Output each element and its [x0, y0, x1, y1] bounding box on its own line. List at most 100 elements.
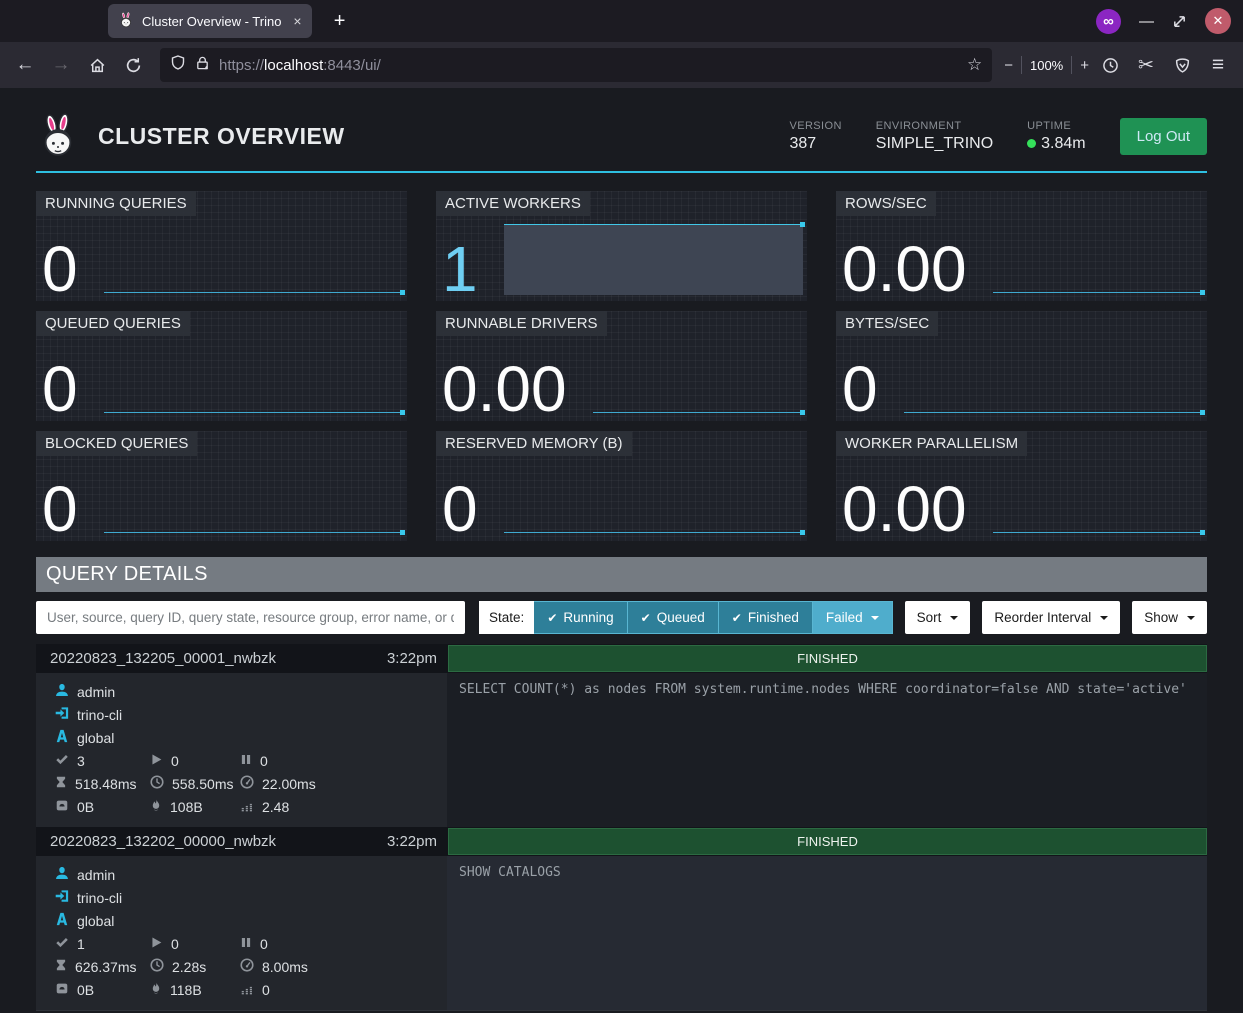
logout-button[interactable]: Log Out — [1120, 118, 1207, 155]
zoom-level[interactable]: 100% — [1030, 58, 1063, 73]
query-stat-row: trino-cli — [55, 703, 447, 726]
query-timestamp: 3:22pm — [387, 650, 447, 667]
tile-value: 0.00 — [842, 478, 967, 541]
reorder-interval-dropdown[interactable]: Reorder Interval — [982, 601, 1120, 634]
window-close-button[interactable]: ✕ — [1205, 8, 1231, 34]
state-filter-queued[interactable]: ✔Queued — [628, 601, 719, 634]
extension-icon[interactable]: ∞ — [1096, 9, 1121, 34]
url-text[interactable]: https://localhost:8443/ui/ — [219, 57, 958, 74]
stat-wall-time: 518.48ms — [55, 775, 150, 792]
flame-icon — [150, 798, 162, 815]
user-icon — [55, 866, 69, 883]
font-icon — [55, 912, 69, 929]
stat-value: 3 — [77, 753, 85, 769]
query-stat-row: 518.48ms558.50ms22.00ms — [55, 772, 447, 795]
tile-label: RUNNABLE DRIVERS — [436, 311, 607, 336]
hourglass-icon — [55, 775, 67, 792]
show-dropdown[interactable]: Show — [1132, 601, 1207, 634]
stat-parallelism: 2.48 — [240, 799, 447, 815]
stat-user: admin — [55, 866, 150, 883]
state-filter-group: State: ✔Running✔Queued✔FinishedFailed — [479, 601, 893, 634]
signal-icon — [240, 982, 254, 998]
stat-value: global — [77, 730, 114, 746]
state-filter-label: State: — [479, 601, 534, 634]
chevron-down-icon — [1100, 616, 1108, 620]
connection-lock-icon[interactable] — [195, 55, 210, 76]
stat-current-memory: 0B — [55, 982, 150, 998]
environment-label: ENVIRONMENT — [876, 120, 993, 132]
check-icon: ✔ — [547, 611, 557, 625]
query-stat-row: global — [55, 726, 447, 749]
query-row-header: 20220823_132202_00000_nwbzk 3:22pm FINIS… — [36, 827, 1207, 856]
uptime-label: UPTIME — [1027, 120, 1085, 132]
tile-label: RUNNING QUERIES — [36, 191, 196, 216]
signal-icon — [240, 799, 254, 815]
clock-icon — [150, 958, 164, 975]
stat-value: admin — [77, 867, 115, 883]
flame-icon — [150, 981, 162, 998]
chevron-down-icon — [871, 616, 879, 620]
tile-value: 0 — [42, 478, 78, 541]
tile-sparkline — [593, 311, 805, 421]
query-stat-row: 0B118B0 — [55, 978, 447, 1001]
query-stat-row: admin — [55, 680, 447, 703]
tile-sparkline — [993, 191, 1205, 301]
stat-value: 2.28s — [172, 959, 206, 975]
user-icon — [55, 683, 69, 700]
state-filter-finished[interactable]: ✔Finished — [719, 601, 813, 634]
stat-value: global — [77, 913, 114, 929]
browser-tab-bar: Cluster Overview - Trino × + ∞ — ✕ — [0, 0, 1243, 42]
check-icon — [55, 752, 69, 769]
sort-dropdown[interactable]: Sort — [905, 601, 971, 634]
privacy-shield-button[interactable] — [1167, 50, 1197, 80]
uptime-value-wrap: 3.84m — [1027, 135, 1085, 153]
stat-resource-group: global — [55, 729, 150, 746]
history-clock-button[interactable] — [1095, 50, 1125, 80]
tile-label: BYTES/SEC — [836, 311, 938, 336]
tile-value: 0.00 — [842, 238, 967, 301]
zoom-out-button[interactable]: − — [1004, 57, 1013, 74]
tile-value: 0 — [42, 358, 78, 421]
tab-close-icon[interactable]: × — [293, 13, 301, 29]
query-row-header: 20220823_132205_00001_nwbzk 3:22pm FINIS… — [36, 644, 1207, 673]
tile-sparkline — [904, 311, 1205, 421]
menu-button[interactable]: ≡ — [1203, 50, 1233, 80]
tracking-shield-icon[interactable] — [170, 54, 186, 76]
stat-cumulative-memory: 118B — [150, 981, 240, 998]
browser-toolbar: ← → — [0, 42, 1243, 88]
browser-tab[interactable]: Cluster Overview - Trino × — [108, 4, 312, 38]
url-bar[interactable]: https://localhost:8443/ui/ ☆ — [160, 48, 992, 82]
stat-tile-runnable-drivers: RUNNABLE DRIVERS 0.00 — [436, 311, 807, 421]
chevron-down-icon — [950, 616, 958, 620]
screenshot-button[interactable]: ✂ — [1131, 50, 1161, 80]
sign-in-icon — [55, 706, 69, 723]
trino-header: CLUSTER OVERVIEW VERSION 387 ENVIRONMENT… — [36, 101, 1207, 173]
window-minimize-button[interactable]: — — [1139, 13, 1154, 30]
home-button[interactable] — [82, 50, 112, 80]
version-meta: VERSION 387 — [789, 120, 841, 153]
stat-value: 108B — [170, 799, 203, 815]
window-restore-button[interactable] — [1172, 14, 1187, 29]
hourglass-icon — [55, 958, 67, 975]
new-tab-button[interactable]: + — [326, 7, 354, 35]
stat-value: admin — [77, 684, 115, 700]
stat-value: 626.37ms — [75, 959, 136, 975]
tile-label: WORKER PARALLELISM — [836, 431, 1027, 456]
state-filter-running[interactable]: ✔Running — [534, 601, 627, 634]
bookmark-star-icon[interactable]: ☆ — [967, 55, 982, 75]
query-search-input[interactable] — [36, 601, 465, 634]
reload-button[interactable] — [118, 50, 148, 80]
state-filter-failed[interactable]: Failed — [813, 601, 893, 634]
query-sql-text: SHOW CATALOGS — [447, 856, 1207, 1010]
tile-value: 1 — [442, 238, 478, 301]
stat-current-memory: 0B — [55, 799, 150, 815]
tab-title: Cluster Overview - Trino — [142, 14, 281, 29]
zoom-in-button[interactable]: + — [1080, 57, 1089, 74]
query-id-link[interactable]: 20220823_132205_00001_nwbzk — [36, 650, 276, 667]
stat-value: 0B — [77, 799, 94, 815]
page-title: CLUSTER OVERVIEW — [98, 123, 345, 150]
back-button[interactable]: ← — [10, 50, 40, 80]
query-stat-row: 100 — [55, 932, 447, 955]
query-id-link[interactable]: 20220823_132202_00000_nwbzk — [36, 833, 276, 850]
stat-running-splits: 0 — [150, 753, 240, 769]
